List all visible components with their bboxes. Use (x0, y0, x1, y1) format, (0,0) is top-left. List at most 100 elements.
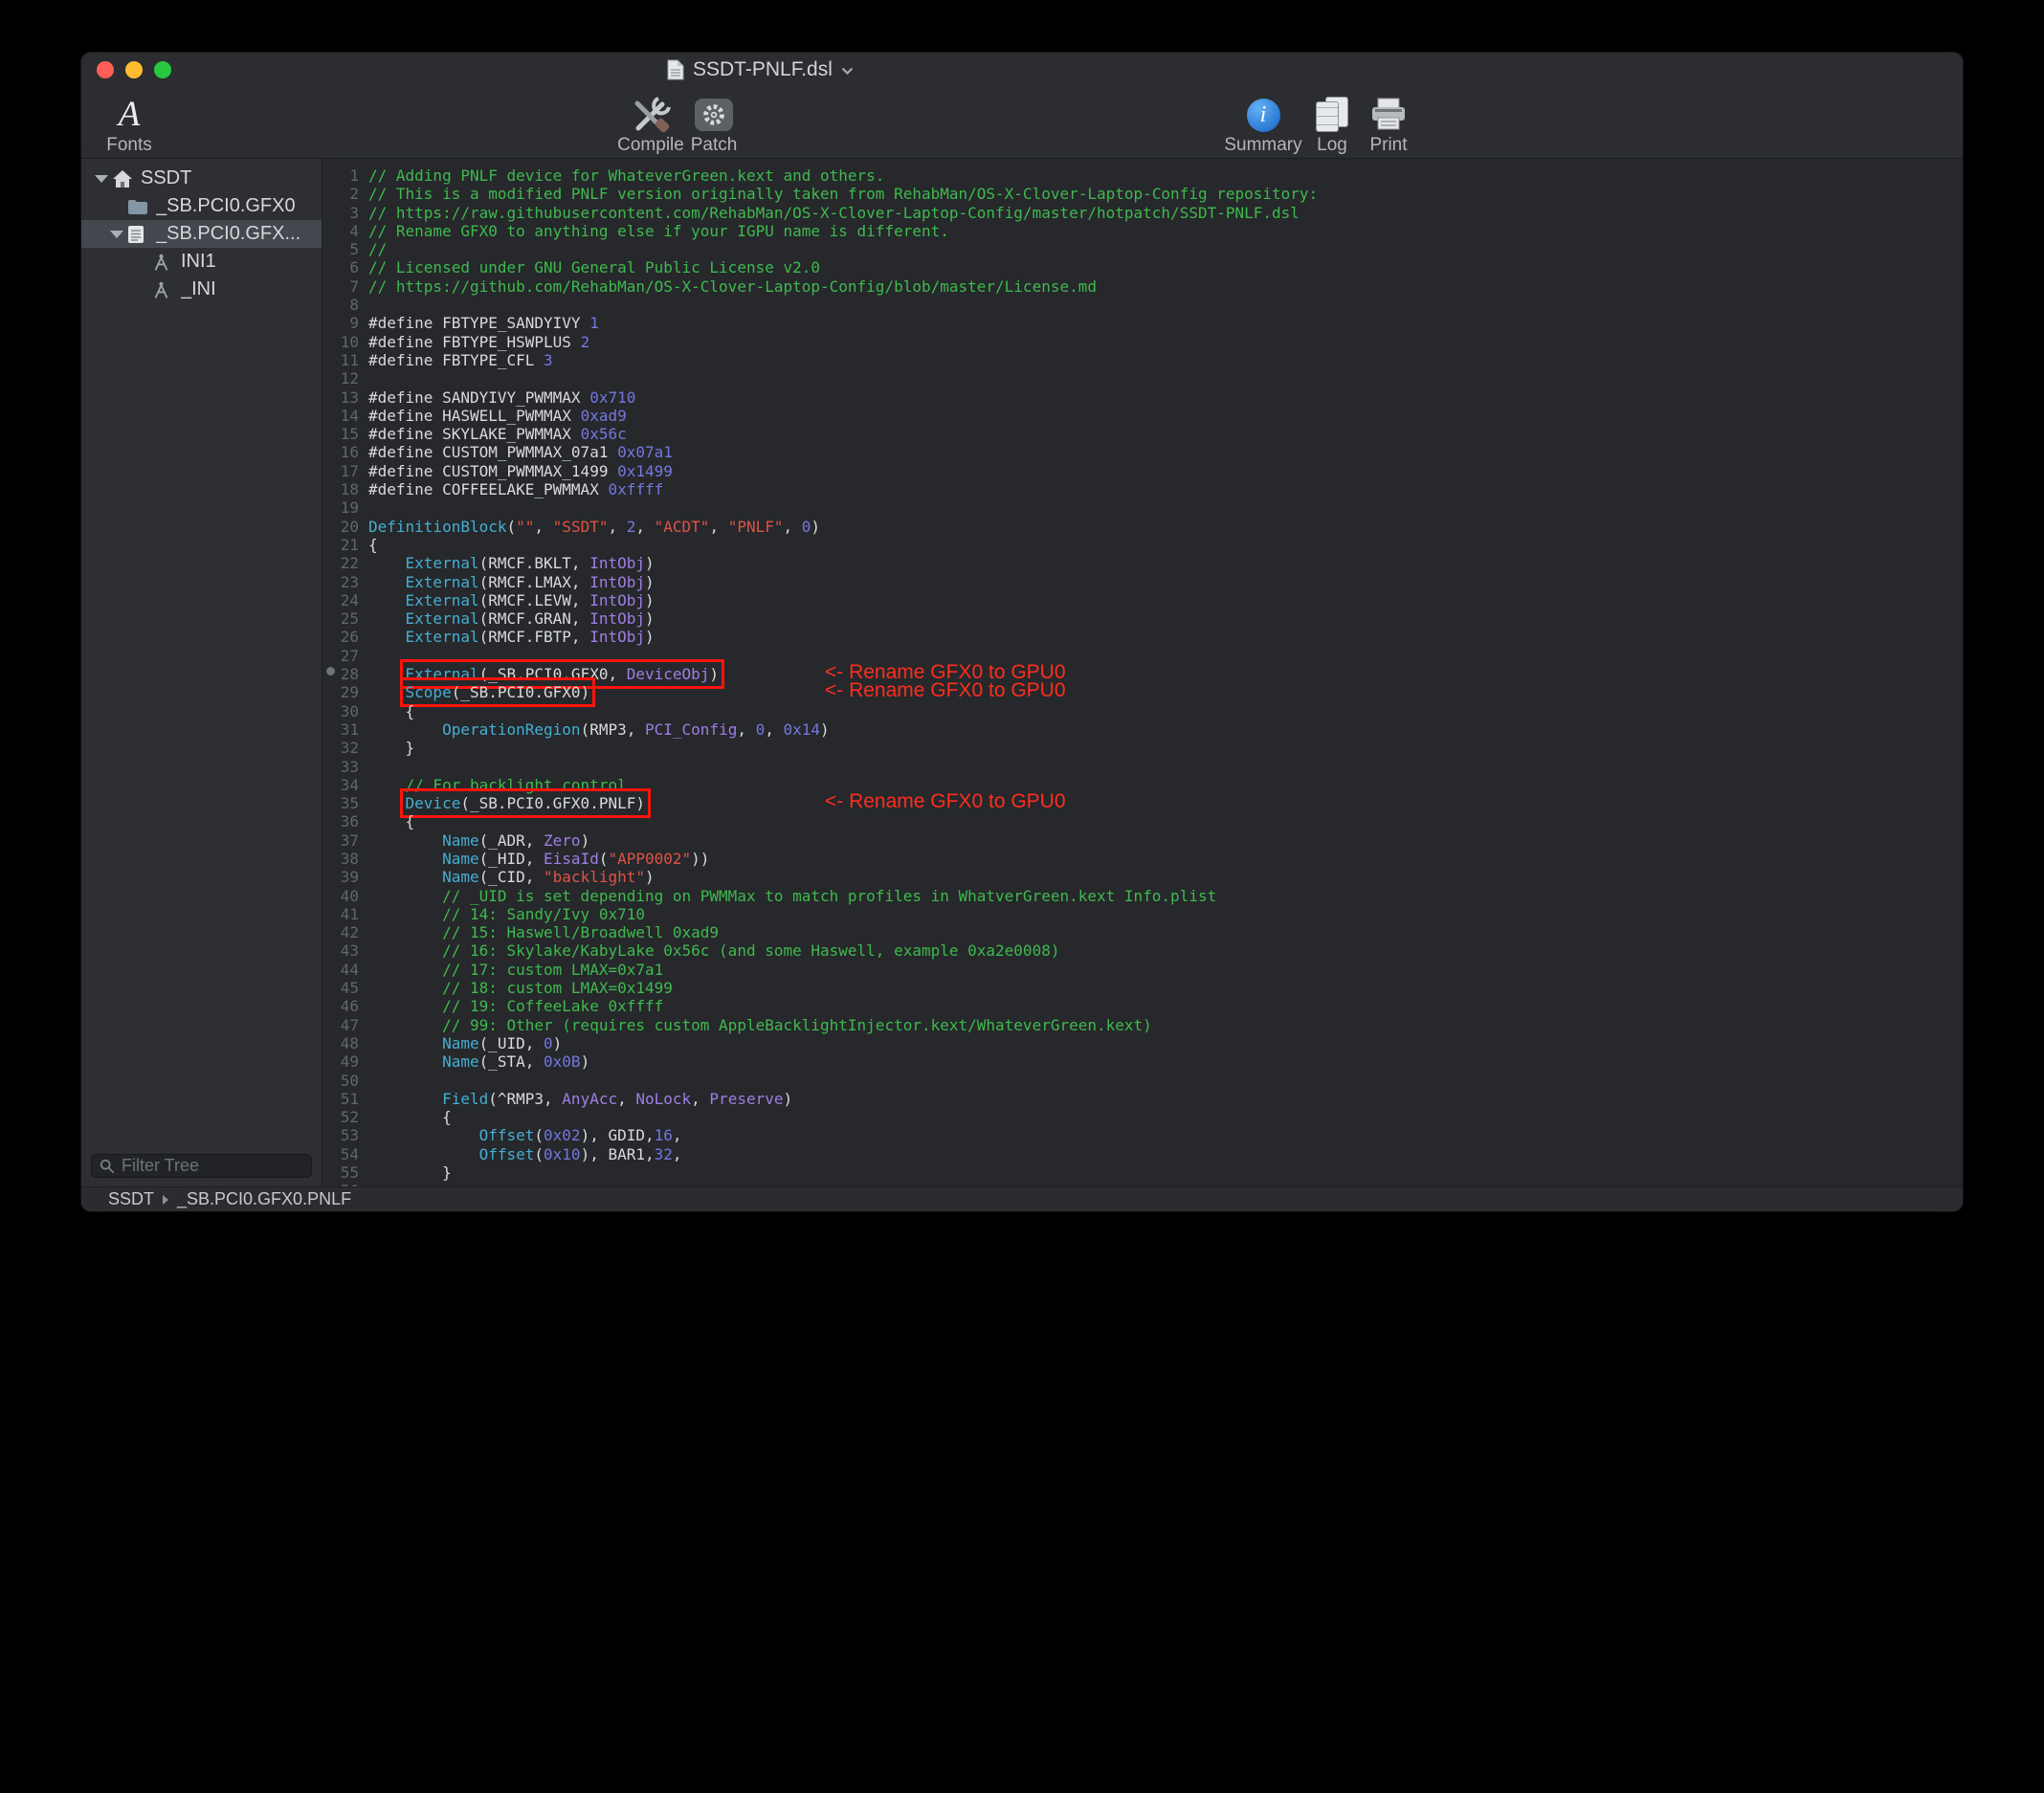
code-token: Preserve (709, 1090, 783, 1108)
code-line-2[interactable]: 2// This is a modified PNLF version orig… (322, 185, 1963, 203)
code-line-15[interactable]: 15#define SKYLAKE_PWMMAX 0x56c (322, 425, 1963, 443)
chevron-down-icon[interactable] (841, 67, 854, 76)
code-line-14[interactable]: 14#define HASWELL_PWMMAX 0xad9 (322, 407, 1963, 425)
code-line-43[interactable]: 43 // 16: Skylake/KabyLake 0x56c (and so… (322, 941, 1963, 960)
code-line-12[interactable]: 12 (322, 369, 1963, 387)
code-line-52[interactable]: 52 { (322, 1108, 1963, 1126)
code-token: Name (442, 1052, 479, 1071)
code-line-34[interactable]: 34 // For backlight control (322, 776, 1963, 794)
search-icon (100, 1159, 115, 1174)
code-line-11[interactable]: 11#define FBTYPE_CFL 3 (322, 351, 1963, 369)
code-line-21[interactable]: 21{ (322, 536, 1963, 554)
disclosure-triangle-icon[interactable] (106, 231, 127, 238)
code-token: 0 (802, 518, 811, 536)
code-token: , (737, 720, 755, 739)
code-line-39[interactable]: 39 Name(_CID, "backlight") (322, 868, 1963, 886)
filter-field[interactable] (91, 1154, 312, 1178)
code-line-25[interactable]: 25 External(RMCF.GRAN, IntObj) (322, 609, 1963, 628)
titlebar[interactable]: SSDT-PNLF.dsl (81, 53, 1963, 87)
close-button[interactable] (97, 61, 114, 78)
document-proxy-icon[interactable] (667, 59, 684, 80)
code-line-22[interactable]: 22 External(RMCF.BKLT, IntObj) (322, 554, 1963, 572)
code-line-1[interactable]: 1// Adding PNLF device for WhateverGreen… (322, 166, 1963, 185)
code-line-20[interactable]: 20DefinitionBlock("", "SSDT", 2, "ACDT",… (322, 518, 1963, 536)
code-line-24[interactable]: 24 External(RMCF.LEVW, IntObj) (322, 591, 1963, 609)
window-title-group[interactable]: SSDT-PNLF.dsl (667, 53, 854, 87)
code-line-51[interactable]: 51 Field(^RMP3, AnyAcc, NoLock, Preserve… (322, 1090, 1963, 1108)
filter-input[interactable] (122, 1156, 344, 1176)
code-line-7[interactable]: 7// https://github.com/RehabMan/OS-X-Clo… (322, 277, 1963, 296)
code-token: IntObj (589, 591, 645, 609)
code-line-47[interactable]: 47 // 99: Other (requires custom AppleBa… (322, 1016, 1963, 1034)
sidebar-item-ini[interactable]: _INI (81, 276, 322, 303)
print-button[interactable]: Print (1359, 92, 1418, 155)
code-line-17[interactable]: 17#define CUSTOM_PWMMAX_1499 0x1499 (322, 462, 1963, 480)
code-line-41[interactable]: 41 // 14: Sandy/Ivy 0x710 (322, 905, 1963, 923)
code-line-37[interactable]: 37 Name(_ADR, Zero) (322, 831, 1963, 850)
line-number: 9 (322, 314, 359, 332)
code-line-32[interactable]: 32 } (322, 739, 1963, 757)
line-number: 26 (322, 628, 359, 646)
code-token: #define SANDYIVY_PWMMAX (368, 388, 589, 407)
code-line-10[interactable]: 10#define FBTYPE_HSWPLUS 2 (322, 333, 1963, 351)
code-line-36[interactable]: 36 { (322, 812, 1963, 830)
code-line-42[interactable]: 42 // 15: Haswell/Broadwell 0xad9 (322, 923, 1963, 941)
code-line-49[interactable]: 49 Name(_STA, 0x0B) (322, 1052, 1963, 1071)
line-number: 11 (322, 351, 359, 369)
code-line-8[interactable]: 8 (322, 296, 1963, 314)
code-line-54[interactable]: 54 Offset(0x10), BAR1,32, (322, 1145, 1963, 1163)
fonts-button[interactable]: A Fonts (91, 92, 167, 155)
code-line-44[interactable]: 44 // 17: custom LMAX=0x7a1 (322, 961, 1963, 979)
code-line-45[interactable]: 45 // 18: custom LMAX=0x1499 (322, 979, 1963, 997)
code-token: "APP0002" (608, 850, 691, 868)
sidebar-tree[interactable]: SSDT_SB.PCI0.GFX0_SB.PCI0.GFX...INI1_INI (81, 159, 322, 1146)
code-line-27[interactable]: 27 (322, 647, 1963, 665)
code-line-53[interactable]: 53 Offset(0x02), GDID,16, (322, 1126, 1963, 1144)
code-token: (RMP3, (581, 720, 645, 739)
code-line-9[interactable]: 9#define FBTYPE_SANDYIVY 1 (322, 314, 1963, 332)
sidebar-item-ini1[interactable]: INI1 (81, 248, 322, 276)
code-line-30[interactable]: 30 { (322, 702, 1963, 720)
code-line-5[interactable]: 5// (322, 240, 1963, 258)
code-line-46[interactable]: 46 // 19: CoffeeLake 0xffff (322, 997, 1963, 1015)
code-line-50[interactable]: 50 (322, 1072, 1963, 1090)
code-line-38[interactable]: 38 Name(_HID, EisaId("APP0002")) (322, 850, 1963, 868)
code-line-31[interactable]: 31 OperationRegion(RMP3, PCI_Config, 0, … (322, 720, 1963, 739)
code-line-4[interactable]: 4// Rename GFX0 to anything else if your… (322, 222, 1963, 240)
code-token (368, 720, 442, 739)
code-line-56[interactable]: 56 (322, 1182, 1963, 1186)
code-token: (_HID, (479, 850, 544, 868)
code-token (368, 776, 406, 794)
code-line-26[interactable]: 26 External(RMCF.FBTP, IntObj) (322, 628, 1963, 646)
sidebar-item-ssdt[interactable]: SSDT (81, 165, 322, 192)
code-line-33[interactable]: 33 (322, 758, 1963, 776)
disclosure-triangle-icon[interactable] (91, 175, 112, 183)
code-line-18[interactable]: 18#define COFFEELAKE_PWMMAX 0xffff (322, 480, 1963, 498)
code-line-29[interactable]: 29 Scope(_SB.PCI0.GFX0)<- Rename GFX0 to… (322, 683, 1963, 701)
code-line-19[interactable]: 19 (322, 498, 1963, 517)
code-line-40[interactable]: 40 // _UID is set depending on PWMMax to… (322, 887, 1963, 905)
patch-button[interactable]: Patch (676, 92, 752, 155)
sidebar: SSDT_SB.PCI0.GFX0_SB.PCI0.GFX...INI1_INI (81, 159, 322, 1186)
code-line-35[interactable]: 35 Device(_SB.PCI0.GFX0.PNLF)<- Rename G… (322, 794, 1963, 812)
code-line-48[interactable]: 48 Name(_UID, 0) (322, 1034, 1963, 1052)
log-button[interactable]: Log (1303, 92, 1361, 155)
code-lines[interactable]: 1// Adding PNLF device for WhateverGreen… (322, 159, 1963, 1186)
zoom-button[interactable] (154, 61, 171, 78)
code-token: , (784, 518, 802, 536)
code-line-6[interactable]: 6// Licensed under GNU General Public Li… (322, 258, 1963, 277)
code-editor[interactable]: 1// Adding PNLF device for WhateverGreen… (322, 159, 1963, 1186)
code-token: , (608, 518, 626, 536)
minimize-button[interactable] (125, 61, 143, 78)
code-line-28[interactable]: 28 External(_SB.PCI0.GFX0, DeviceObj)<- … (322, 665, 1963, 683)
line-number: 50 (322, 1072, 359, 1090)
sidebar-item-sb-pci0-gfx[interactable]: _SB.PCI0.GFX... (81, 220, 322, 248)
code-line-3[interactable]: 3// https://raw.githubusercontent.com/Re… (322, 204, 1963, 222)
summary-button[interactable]: i Summary (1215, 92, 1311, 155)
code-line-16[interactable]: 16#define CUSTOM_PWMMAX_07a1 0x07a1 (322, 443, 1963, 461)
sidebar-item-sb-pci0-gfx0[interactable]: _SB.PCI0.GFX0 (81, 192, 322, 220)
code-token: 1 (589, 314, 599, 332)
code-line-55[interactable]: 55 } (322, 1163, 1963, 1182)
code-line-23[interactable]: 23 External(RMCF.LMAX, IntObj) (322, 573, 1963, 591)
code-line-13[interactable]: 13#define SANDYIVY_PWMMAX 0x710 (322, 388, 1963, 407)
